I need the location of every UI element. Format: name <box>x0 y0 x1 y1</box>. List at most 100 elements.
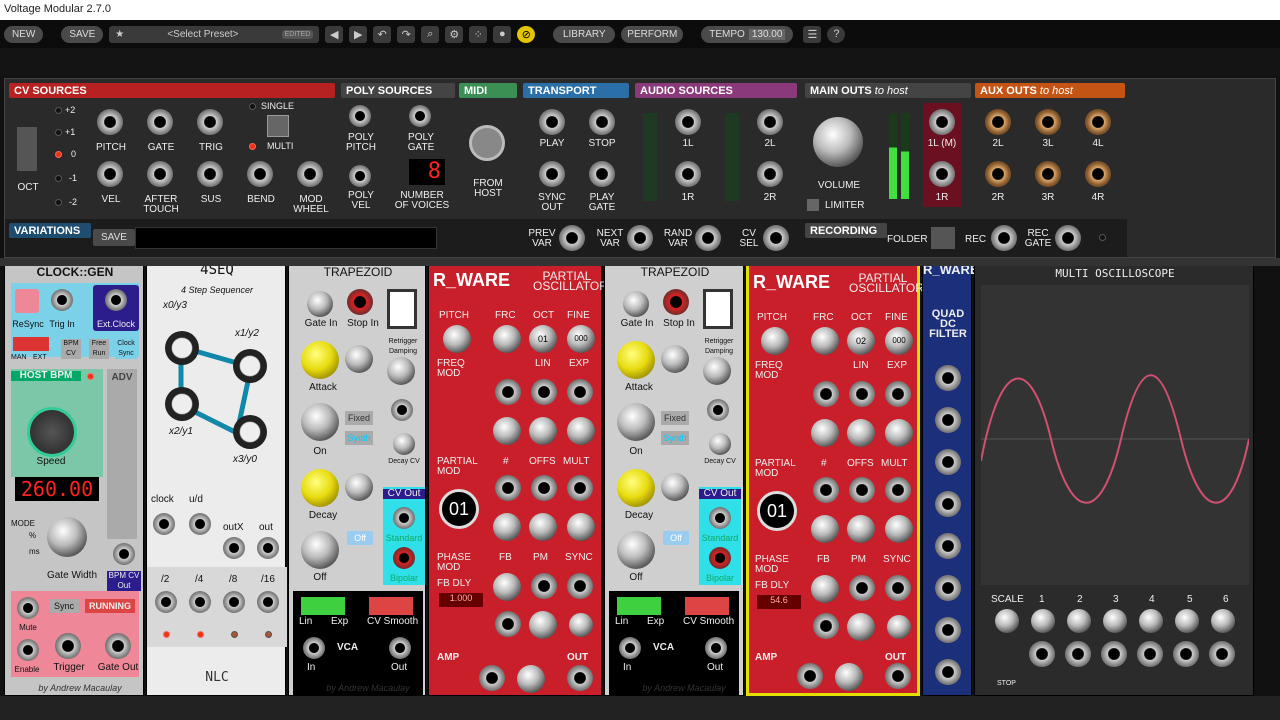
scope-in-jack[interactable] <box>1137 641 1163 667</box>
seq-knob-x1y2[interactable] <box>233 349 267 383</box>
variations-save-button[interactable]: SAVE <box>93 229 135 246</box>
damping-knob[interactable] <box>387 357 415 385</box>
clock-sync-button[interactable]: Clock Sync <box>115 339 137 359</box>
damping-knob[interactable] <box>703 357 731 385</box>
off-knob[interactable] <box>617 531 655 569</box>
sus-jack[interactable] <box>197 161 223 187</box>
sync-out-jack[interactable] <box>539 161 565 187</box>
partial-num-jack[interactable] <box>495 475 521 501</box>
amp-knob[interactable] <box>835 663 863 691</box>
fixed-button[interactable]: Fixed <box>345 411 373 425</box>
audio-1l-jack[interactable] <box>675 109 701 135</box>
seq-ud-jack[interactable] <box>189 513 211 535</box>
fb-jack[interactable] <box>495 611 521 637</box>
decay-knob[interactable] <box>301 469 339 507</box>
tempo-value[interactable]: 130.00 <box>748 28 786 40</box>
poly-gate-jack[interactable] <box>409 105 431 127</box>
fb-jack[interactable] <box>813 613 839 639</box>
filter-jack[interactable] <box>935 407 961 433</box>
decay-knob[interactable] <box>617 469 655 507</box>
speed-knob[interactable] <box>27 407 77 457</box>
keyboard-icon[interactable]: ☰ <box>803 25 822 43</box>
decay-shape-knob[interactable] <box>345 473 373 501</box>
amp-jack[interactable] <box>479 665 505 691</box>
exp-jack[interactable] <box>567 379 593 405</box>
seq-out-jack[interactable] <box>257 537 279 559</box>
cv-out-bipolar-jack[interactable] <box>393 547 415 569</box>
off-knob[interactable] <box>301 531 339 569</box>
ext-clock-jack[interactable] <box>105 289 127 311</box>
play-trigger-button[interactable] <box>387 289 417 329</box>
osc-out-jack[interactable] <box>567 665 593 691</box>
library-button[interactable]: LIBRARY <box>553 25 616 43</box>
midi-port-icon[interactable] <box>469 125 505 161</box>
synth-button[interactable]: Synth <box>345 431 373 445</box>
div16-jack[interactable] <box>257 591 279 613</box>
vca-out-jack[interactable] <box>389 637 411 659</box>
free-run-button[interactable]: Free Run <box>89 339 109 359</box>
pitch-jack[interactable] <box>97 109 123 135</box>
pitch-knob[interactable] <box>443 325 471 353</box>
freq-mod-jack[interactable] <box>495 379 521 405</box>
dot-icon[interactable]: ● <box>493 25 512 43</box>
on-knob[interactable] <box>301 403 339 441</box>
partial-count-display[interactable]: 01 <box>439 489 479 529</box>
pm-jack[interactable] <box>531 573 557 599</box>
prev-preset-icon[interactable]: ◀ <box>325 25 344 43</box>
redo-icon[interactable]: ↷ <box>397 25 416 43</box>
sync-button[interactable]: Sync <box>49 599 79 613</box>
osc-out-jack[interactable] <box>885 663 911 689</box>
fb-dly-display[interactable]: 1.000 <box>439 593 483 607</box>
decay-shape-knob[interactable] <box>661 473 689 501</box>
sync-knob[interactable] <box>887 615 911 639</box>
channel-knob[interactable] <box>1139 609 1163 633</box>
freq-mod-jack[interactable] <box>813 381 839 407</box>
attack-shape-knob[interactable] <box>661 345 689 373</box>
channel-knob[interactable] <box>1103 609 1127 633</box>
modwheel-jack[interactable] <box>297 161 323 187</box>
vca-in-jack[interactable] <box>619 637 641 659</box>
rand-var-jack[interactable] <box>695 225 721 251</box>
filter-jack[interactable] <box>935 491 961 517</box>
channel-knob[interactable] <box>1067 609 1091 633</box>
mult-jack[interactable] <box>567 475 593 501</box>
div8-jack[interactable] <box>223 591 245 613</box>
audio-2r-jack[interactable] <box>757 161 783 187</box>
cv-out-bipolar-jack[interactable] <box>709 547 731 569</box>
aux-3r-jack[interactable] <box>1035 161 1061 187</box>
aux-4r-jack[interactable] <box>1085 161 1111 187</box>
folder-icon[interactable] <box>931 227 955 249</box>
lin-exp-switch[interactable] <box>617 597 661 615</box>
div4-jack[interactable] <box>189 591 211 613</box>
lin-exp-switch[interactable] <box>301 597 345 615</box>
audio-2l-jack[interactable] <box>757 109 783 135</box>
scope-in-jack[interactable] <box>1029 641 1055 667</box>
pitch-knob[interactable] <box>761 327 789 355</box>
fine-knob[interactable]: 000 <box>567 325 595 353</box>
volume-knob[interactable] <box>813 117 863 167</box>
vel-jack[interactable] <box>97 161 123 187</box>
scope-in-jack[interactable] <box>1209 641 1235 667</box>
rec-button[interactable] <box>991 225 1017 251</box>
running-button[interactable]: RUNNING <box>85 599 135 613</box>
gate-width-knob[interactable] <box>47 517 87 557</box>
div2-jack[interactable] <box>155 591 177 613</box>
cv-smooth-switch[interactable] <box>369 597 413 615</box>
oct-knob[interactable]: 01 <box>529 325 557 353</box>
amp-jack[interactable] <box>797 663 823 689</box>
mode-switch[interactable] <box>267 115 289 137</box>
resync-button[interactable] <box>15 289 39 313</box>
star-icon[interactable]: ★ <box>115 29 124 40</box>
fixed-button[interactable]: Fixed <box>661 411 689 425</box>
mult-knob[interactable] <box>885 515 913 543</box>
filter-jack[interactable] <box>935 533 961 559</box>
on-knob[interactable] <box>617 403 655 441</box>
oct-knob[interactable]: 02 <box>847 327 875 355</box>
frc-knob[interactable] <box>811 327 839 355</box>
cv-sel-jack[interactable] <box>763 225 789 251</box>
offs-jack[interactable] <box>849 477 875 503</box>
bpm-cv-out-jack[interactable] <box>113 543 135 565</box>
offs-knob[interactable] <box>529 513 557 541</box>
filter-jack[interactable] <box>935 449 961 475</box>
cv-out-standard-jack[interactable] <box>393 507 415 529</box>
